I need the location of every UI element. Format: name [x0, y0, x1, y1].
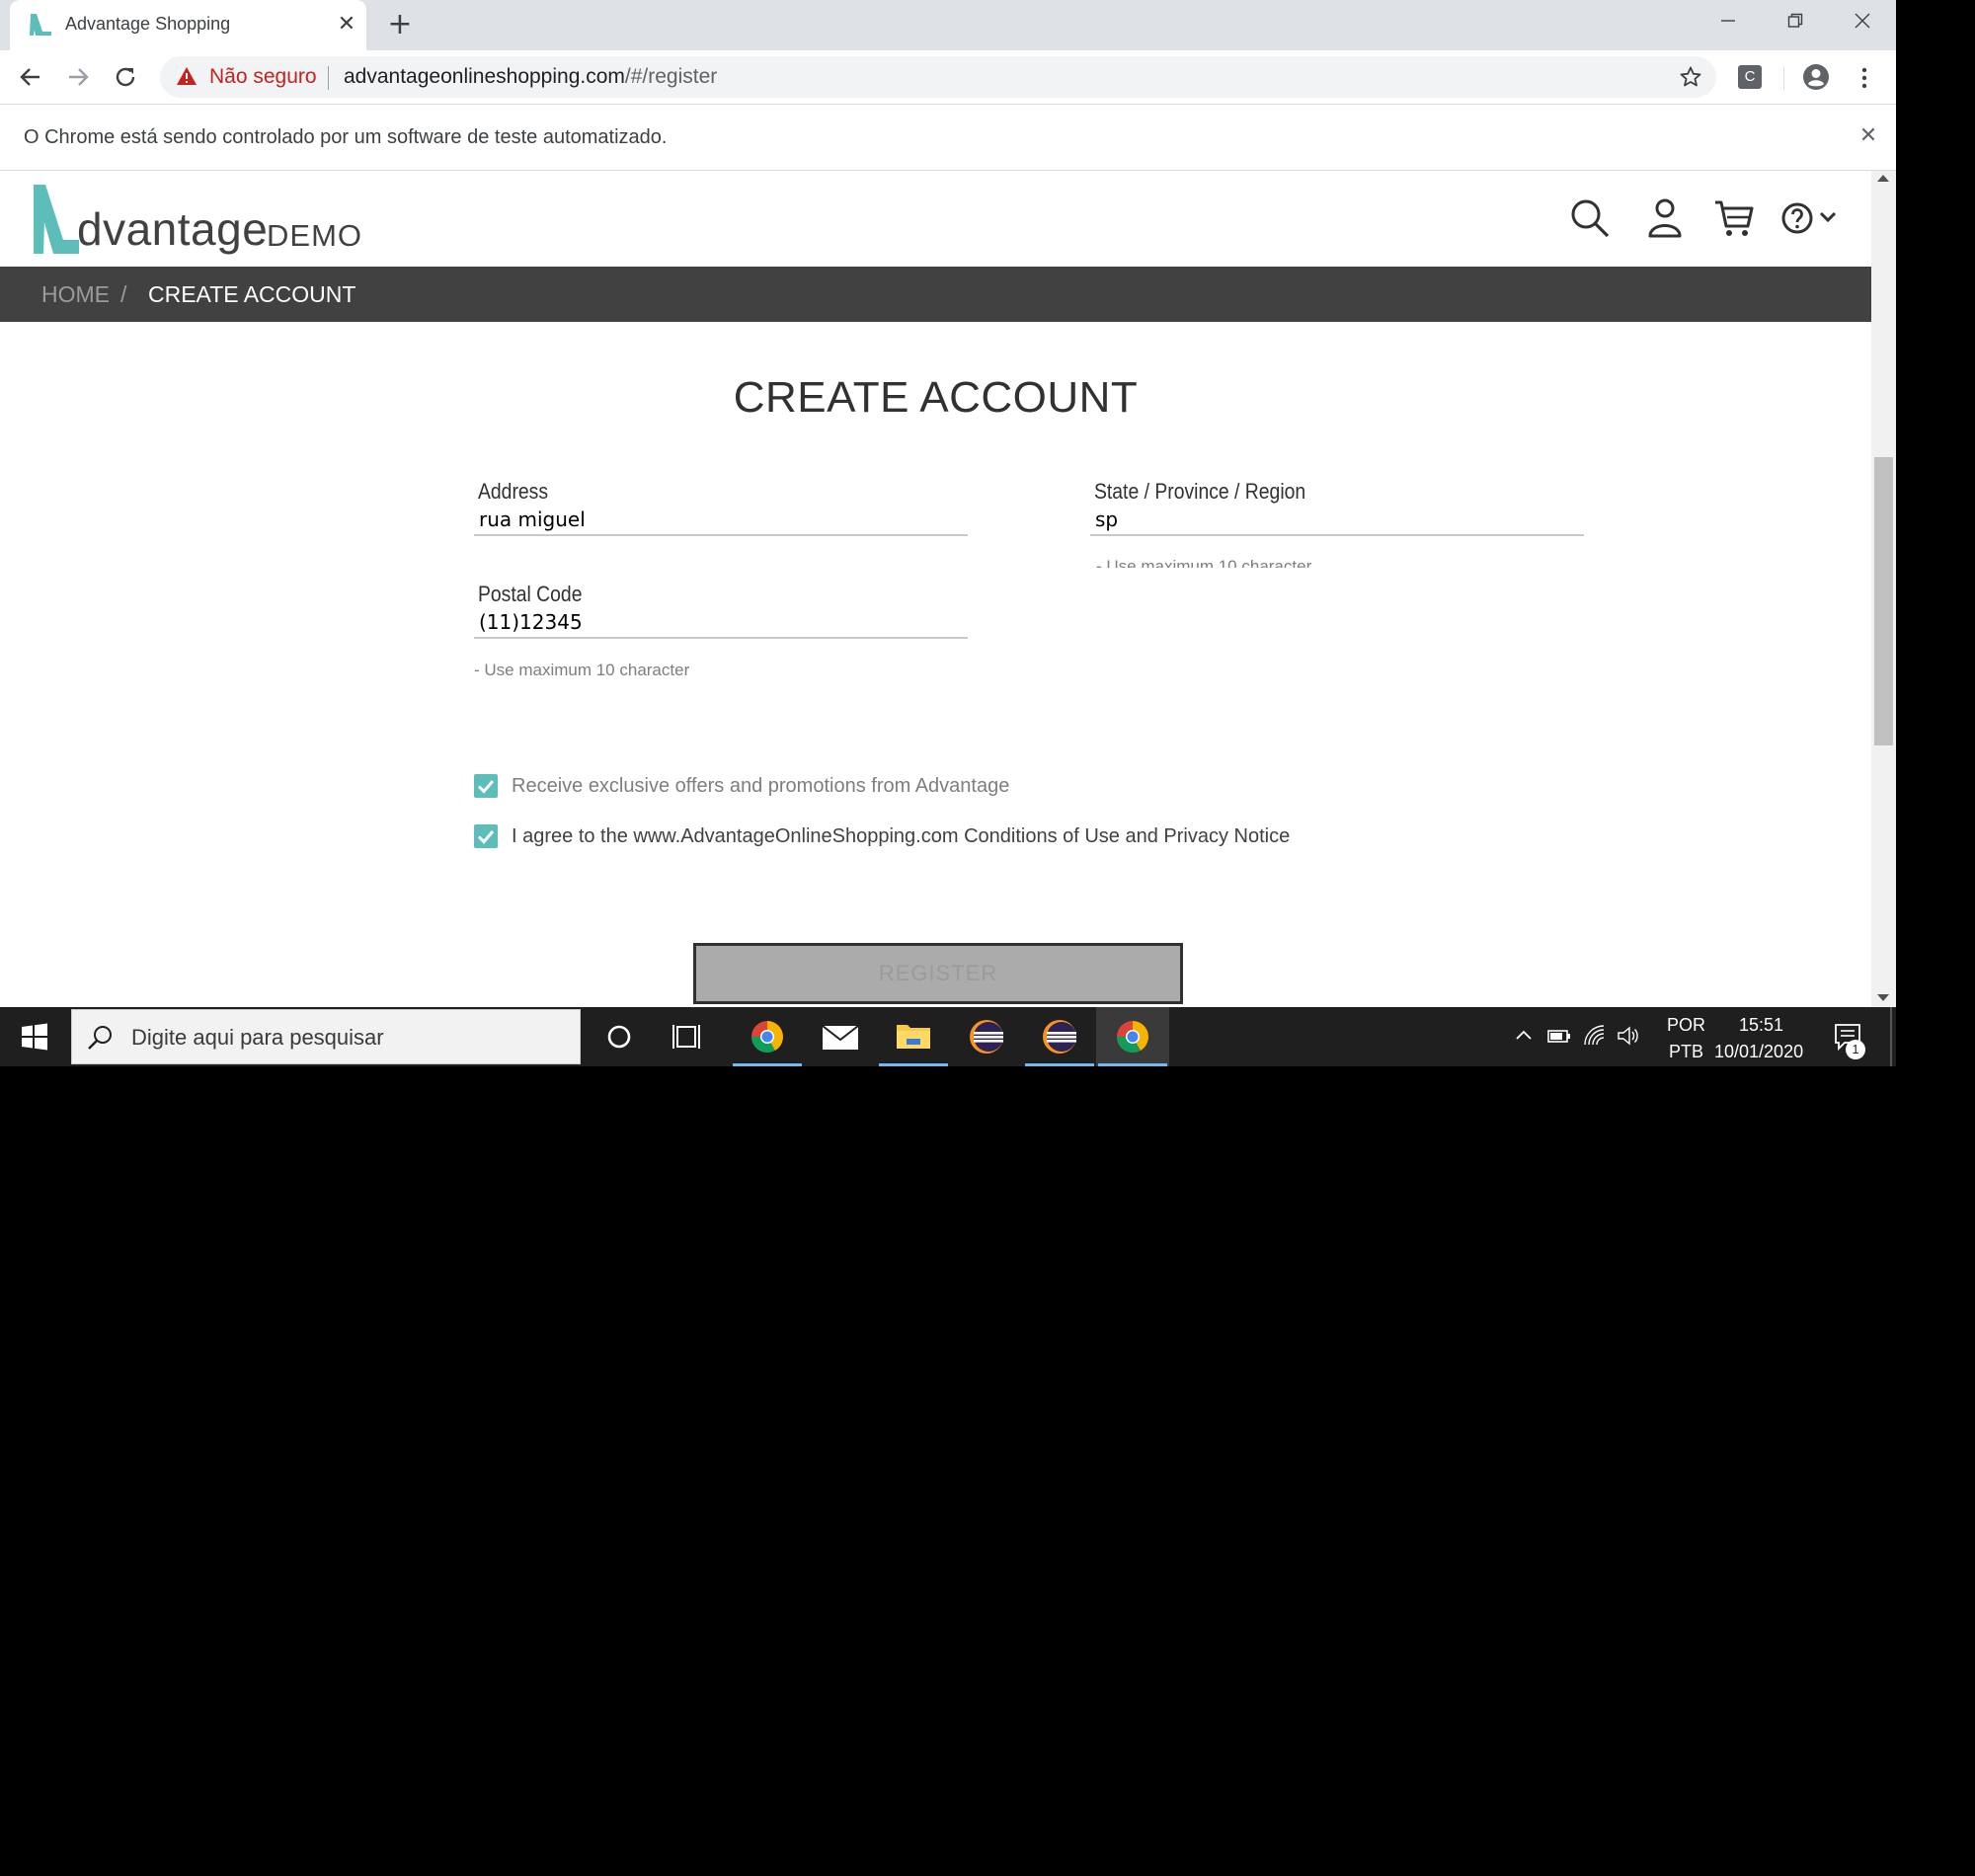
agree-label: I agree to the www.AdvantageOnlineShoppi… [512, 825, 1291, 847]
chrome-icon [1117, 1021, 1148, 1054]
advantage-favicon-icon [30, 14, 51, 36]
close-window-icon[interactable] [1829, 0, 1896, 41]
notification-count-badge: 1 [1846, 1040, 1865, 1059]
offers-label: Receive exclusive offers and promotions … [512, 775, 1010, 797]
clock-time[interactable]: 15:51 [1739, 1015, 1783, 1036]
eclipse-icon [1043, 1020, 1076, 1054]
show-desktop-button[interactable] [1890, 1007, 1892, 1066]
eclipse-icon[interactable] [950, 1007, 1023, 1066]
chrome-icon [751, 1021, 783, 1054]
browser-toolbar: Não seguro advantageonlineshopping.com/#… [0, 50, 1896, 104]
page-viewport: dvantage DEMO HOME / CREATE ACCOUNT CREA… [0, 171, 1896, 1007]
back-arrow-icon[interactable] [12, 58, 49, 96]
register-button[interactable]: REGISTER [693, 943, 1183, 1004]
warning-triangle-icon [177, 67, 197, 85]
taskbar-search-icon [88, 1026, 112, 1050]
breadcrumb: HOME / CREATE ACCOUNT [0, 267, 1871, 322]
url-text[interactable]: advantageonlineshopping.com/#/register [344, 65, 717, 89]
scrollbar-thumb[interactable] [1874, 457, 1893, 745]
clock-date[interactable]: 10/01/2020 [1714, 1042, 1803, 1062]
restore-icon[interactable] [1762, 0, 1829, 41]
breadcrumb-home-link[interactable]: HOME [41, 281, 110, 308]
browser-window: Advantage Shopping ✕ + Não seguro advant… [0, 0, 1896, 1066]
tray-chevron-up-icon[interactable] [1511, 1023, 1537, 1049]
omnibox-separator [328, 66, 329, 90]
postal-code-input[interactable] [474, 607, 968, 639]
bookmark-star-icon[interactable] [1679, 65, 1702, 89]
mail-icon[interactable] [804, 1007, 877, 1066]
kebab-menu-icon[interactable] [1853, 64, 1876, 92]
url-path: /#/register [624, 65, 718, 88]
postal-code-hint: - Use maximum 10 character [474, 661, 690, 679]
postal-code-label: Postal Code [478, 582, 583, 606]
scroll-down-arrow-icon[interactable] [1877, 994, 1889, 1001]
logo-demo-text: DEMO [267, 218, 362, 253]
new-tab-button[interactable]: + [383, 8, 417, 41]
advantage-logo[interactable]: dvantage DEMO [34, 185, 362, 255]
page-scrollbar[interactable] [1871, 171, 1896, 1007]
running-indicator [879, 1063, 948, 1066]
tab-close-icon[interactable]: ✕ [332, 10, 361, 39]
tab-advantage-shopping[interactable]: Advantage Shopping ✕ [10, 0, 366, 50]
tab-title: Advantage Shopping [65, 14, 231, 34]
state-label: State / Province / Region [1094, 479, 1306, 504]
scroll-up-arrow-icon[interactable] [1877, 175, 1889, 182]
network-icon[interactable] [1582, 1023, 1608, 1049]
address-input[interactable] [474, 505, 968, 536]
taskbar-chrome-1[interactable] [731, 1007, 804, 1066]
folder-icon [897, 1025, 930, 1049]
agree-checkbox[interactable] [474, 824, 498, 848]
running-indicator [1098, 1063, 1167, 1066]
tab-strip: Advantage Shopping ✕ + [0, 0, 1896, 50]
windows-start-icon[interactable] [0, 1007, 69, 1066]
task-view-icon[interactable] [652, 1007, 725, 1066]
state-hint-container: - Use maximum 10 character [1096, 557, 1392, 568]
url-host: advantageonlineshopping.com [344, 65, 625, 88]
toolbar-separator [1783, 66, 1784, 90]
help-dropdown-icon[interactable] [1779, 196, 1843, 240]
cart-icon[interactable] [1712, 196, 1756, 240]
infobar-close-icon[interactable]: ✕ [1853, 120, 1884, 152]
page-title: CREATE ACCOUNT [733, 373, 1139, 422]
automation-infobar: O Chrome está sendo controlado por um so… [0, 104, 1896, 171]
running-indicator [1025, 1063, 1094, 1066]
not-secure-label[interactable]: Não seguro [209, 65, 317, 89]
cortana-icon[interactable] [583, 1007, 656, 1066]
running-indicator [733, 1063, 802, 1066]
taskbar-search-placeholder: Digite aqui para pesquisar [131, 1025, 384, 1050]
taskbar-chrome-active[interactable] [1096, 1007, 1169, 1066]
search-icon[interactable] [1568, 196, 1612, 240]
taskbar-eclipse-2[interactable] [1023, 1007, 1096, 1066]
state-input[interactable] [1090, 505, 1584, 536]
taskbar-file-explorer[interactable] [877, 1007, 950, 1066]
volume-icon[interactable] [1616, 1023, 1641, 1049]
battery-icon[interactable] [1546, 1023, 1572, 1049]
logo-text: dvantage [77, 203, 269, 255]
windows-taskbar: Digite aqui para pesquisar POR PTB 15:51… [0, 1007, 1896, 1066]
site-header: dvantage DEMO [0, 171, 1871, 267]
minimize-icon[interactable] [1695, 0, 1762, 41]
reload-icon[interactable] [107, 58, 144, 96]
logo-mark-icon [34, 185, 79, 254]
taskbar-search-box[interactable]: Digite aqui para pesquisar [71, 1009, 581, 1064]
breadcrumb-current: CREATE ACCOUNT [148, 281, 356, 307]
address-label: Address [478, 479, 549, 504]
keyboard-layout[interactable]: PTB [1669, 1042, 1703, 1062]
state-hint: - Use maximum 10 character [1096, 557, 1312, 568]
breadcrumb-separator: / [120, 281, 127, 307]
profile-icon[interactable] [1801, 62, 1831, 92]
offers-checkbox[interactable] [474, 774, 498, 798]
forward-arrow-icon[interactable] [59, 58, 97, 96]
address-bar[interactable]: Não seguro advantageonlineshopping.com/#… [160, 56, 1716, 98]
input-language[interactable]: POR [1667, 1015, 1705, 1036]
user-icon[interactable] [1643, 196, 1687, 240]
infobar-text: O Chrome está sendo controlado por um so… [24, 126, 668, 148]
extension-c-icon[interactable]: C [1738, 65, 1762, 89]
